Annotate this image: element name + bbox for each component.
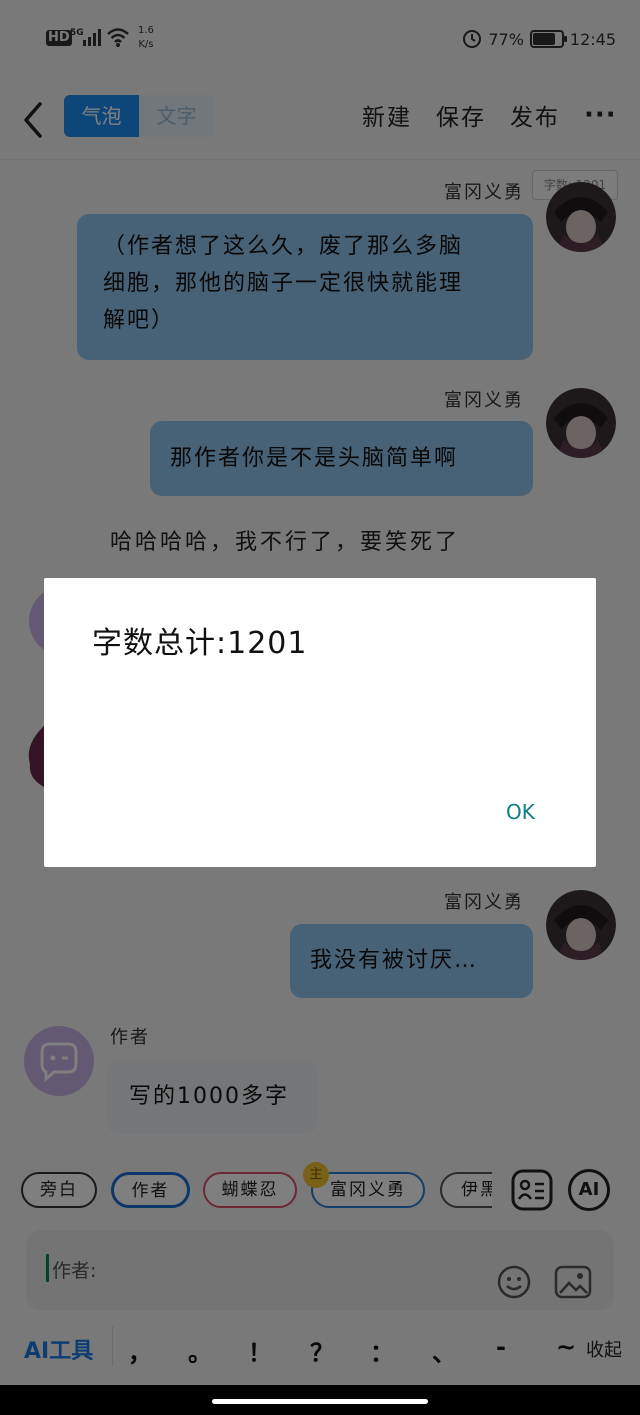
- word-count-dialog: 字数总计:1201 OK: [44, 578, 596, 867]
- system-nav-bar: [0, 1385, 640, 1415]
- dialog-title: 字数总计:1201: [92, 626, 308, 661]
- ok-button[interactable]: OK: [506, 800, 535, 824]
- home-indicator[interactable]: [212, 1399, 428, 1404]
